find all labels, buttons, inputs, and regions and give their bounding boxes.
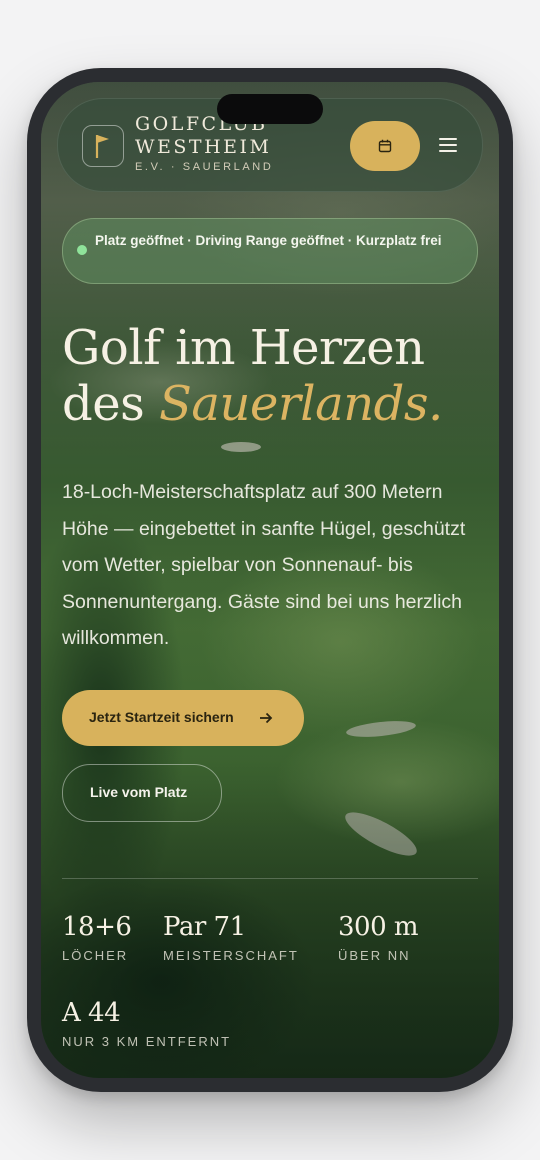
stat-caption: NUR 3 KM ENTFERNT	[62, 1034, 232, 1049]
arrow-right-icon	[260, 712, 273, 724]
screen: GOLFCLUB WESTHEIM E.V. · SAUERLAND Platz…	[41, 82, 499, 1078]
stats-divider	[62, 878, 478, 879]
menu-icon-bar	[439, 150, 457, 152]
menu-icon	[439, 138, 457, 140]
stat-value: 18+6	[62, 912, 132, 942]
calendar-icon	[378, 139, 392, 153]
stat-value: A 44	[62, 998, 121, 1028]
dynamic-island	[217, 94, 323, 124]
golf-flag-icon	[95, 135, 109, 158]
course-status-banner: Platz geöffnet · Driving Range geöffnet …	[62, 218, 478, 284]
stat-caption: MEISTERSCHAFT	[163, 948, 299, 963]
stat-caption: ÜBER NN	[338, 948, 411, 963]
status-indicator-dot	[77, 245, 87, 255]
headline-line1: Golf im Herzen	[62, 320, 425, 376]
stat-value: 300 m	[338, 912, 419, 942]
book-tee-time-label: Jetzt Startzeit sichern	[89, 709, 234, 725]
stat-par: Par 71 MEISTERSCHAFT	[163, 912, 299, 963]
headline-accent: Sauerlands.	[159, 376, 443, 432]
book-tee-time-button[interactable]: Jetzt Startzeit sichern	[62, 690, 304, 746]
stat-altitude: 300 m ÜBER NN	[338, 912, 419, 963]
brand-subtitle: E.V. · SAUERLAND	[135, 161, 274, 173]
club-logo[interactable]	[82, 125, 124, 167]
hero-headline: Golf im Herzen des Sauerlands.	[62, 320, 482, 432]
hero-lead-text: 18-Loch-Meisterschaftsplatz auf 300 Mete…	[62, 481, 466, 649]
menu-button[interactable]	[436, 133, 460, 157]
phone-frame: GOLFCLUB WESTHEIM E.V. · SAUERLAND Platz…	[27, 68, 513, 1092]
stat-value: Par 71	[163, 912, 246, 942]
brand-name-line2: WESTHEIM	[135, 136, 272, 158]
live-from-course-button[interactable]: Live vom Platz	[62, 764, 222, 822]
headline-line2: des	[62, 376, 160, 432]
live-from-course-label: Live vom Platz	[90, 784, 188, 800]
stat-holes: 18+6 LÖCHER	[62, 912, 132, 963]
booking-calendar-button[interactable]	[350, 121, 420, 171]
stat-caption: LÖCHER	[62, 948, 129, 963]
menu-icon-bar	[439, 144, 457, 146]
course-status-text: Platz geöffnet · Driving Range geöffnet …	[95, 233, 442, 248]
stat-highway: A 44 NUR 3 KM ENTFERNT	[62, 998, 231, 1049]
